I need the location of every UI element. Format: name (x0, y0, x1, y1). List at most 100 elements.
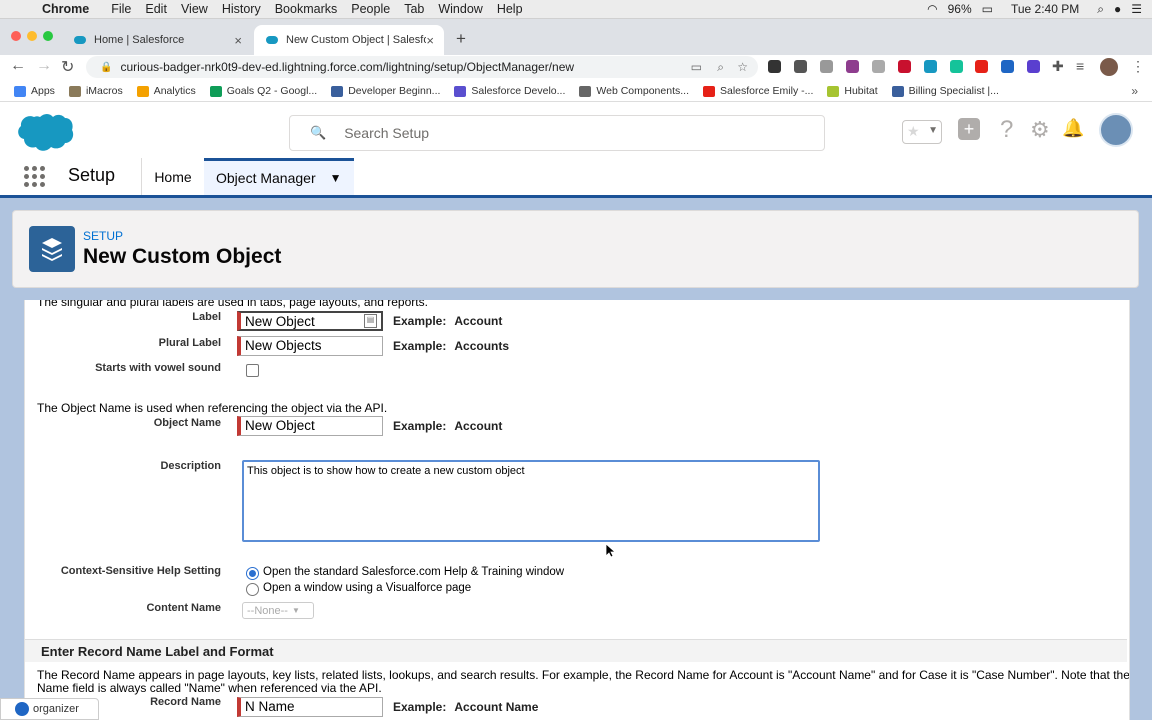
bookmark-icon (827, 85, 840, 97)
help-icon[interactable]: ? (1000, 116, 1013, 144)
extension-icon[interactable] (950, 60, 963, 73)
salesforce-logo-icon[interactable] (16, 112, 74, 152)
content-name-value: --None-- (247, 604, 288, 617)
extension-icon[interactable] (820, 60, 833, 73)
bookmark-star-icon[interactable]: ☆ (737, 60, 748, 74)
description-textarea[interactable]: This object is to show how to create a n… (242, 460, 820, 542)
example-value: Account (454, 419, 503, 433)
menu-file[interactable]: File (111, 2, 131, 16)
menu-history[interactable]: History (222, 2, 261, 16)
bookmark-item[interactable]: Salesforce Develo... (454, 85, 565, 97)
browser-tab-home[interactable]: Home | Salesforce × (62, 25, 252, 55)
bookmark-item[interactable]: iMacros (68, 85, 123, 97)
global-actions-plus-icon[interactable]: + (958, 118, 980, 140)
example-value: Account (454, 314, 503, 328)
minimize-window-button[interactable] (27, 31, 37, 41)
record-name-input[interactable]: N Name (237, 697, 383, 717)
extension-icon[interactable] (924, 60, 937, 73)
close-window-button[interactable] (11, 31, 21, 41)
extension-icon[interactable] (794, 60, 807, 73)
browser-toolbar: ← → ↻ 🔒 curious-badger-nrk0t9-dev-ed.lig… (0, 55, 1152, 81)
clock[interactable]: Tue 2:40 PM (1011, 2, 1079, 16)
help-standard-radio[interactable] (246, 567, 259, 580)
notifications-bell-icon[interactable]: 🔔 (1062, 118, 1084, 139)
cast-icon[interactable]: ▭ (691, 60, 702, 74)
url-text: curious-badger-nrk0t9-dev-ed.lightning.f… (120, 60, 575, 74)
label-field-label: Label (192, 311, 221, 323)
siri-icon[interactable]: ● (1114, 2, 1121, 16)
bookmark-item[interactable]: Apps (14, 85, 55, 97)
menu-window[interactable]: Window (438, 2, 482, 16)
bookmark-item[interactable]: Web Components... (579, 85, 689, 97)
user-avatar[interactable] (1099, 113, 1133, 147)
chrome-menu-icon[interactable]: ⋮ (1131, 58, 1145, 75)
object-name-input[interactable]: New Object (237, 416, 383, 436)
back-icon[interactable]: ← (10, 57, 26, 75)
new-tab-button[interactable]: + (456, 29, 466, 49)
bookmark-item[interactable]: Analytics (136, 85, 196, 97)
browser-tab-new-custom-object[interactable]: New Custom Object | Salesfo × (254, 25, 444, 55)
extension-icon[interactable] (768, 60, 781, 73)
close-tab-icon[interactable]: × (234, 33, 242, 48)
lock-icon[interactable]: 🔒 (100, 62, 112, 73)
chevron-down-icon[interactable]: ▼ (330, 171, 342, 185)
nav-tab-object-manager[interactable]: Object Manager ▼ (204, 158, 354, 195)
bookmark-icon (14, 85, 26, 97)
organizer-label: organizer (33, 703, 79, 715)
star-icon: ★ (907, 123, 920, 139)
bookmark-item[interactable]: Salesforce Emily -... (703, 85, 813, 97)
example-prefix: Example: (393, 339, 447, 353)
bookmark-item[interactable]: Hubitat (827, 85, 878, 97)
spotlight-icon[interactable]: ⌕ (1097, 2, 1104, 17)
menu-people[interactable]: People (351, 2, 390, 16)
vowel-sound-checkbox[interactable] (246, 364, 259, 377)
reload-icon[interactable]: ↻ (61, 57, 74, 77)
bookmark-item[interactable]: Developer Beginn... (331, 85, 440, 97)
search-setup-input[interactable]: 🔍 Search Setup (289, 115, 825, 151)
app-launcher-icon[interactable] (24, 166, 45, 187)
battery-percent[interactable]: 96% (948, 2, 972, 16)
plural-label-input[interactable]: New Objects (237, 336, 383, 356)
breadcrumb[interactable]: SETUP (83, 229, 123, 243)
favorites-button[interactable]: ★ ▼ (902, 120, 942, 144)
bookmarks-overflow-icon[interactable]: » (1131, 84, 1138, 98)
gear-icon[interactable]: ⚙ (1030, 117, 1050, 143)
zoom-icon[interactable]: ⌕ (717, 60, 724, 75)
nav-tab-home[interactable]: Home (141, 158, 204, 195)
extension-icon[interactable] (846, 60, 859, 73)
extension-icon[interactable] (975, 60, 988, 73)
close-tab-icon[interactable]: × (426, 33, 434, 48)
example-prefix: Example: (393, 419, 447, 433)
search-icon: 🔍 (310, 125, 327, 140)
forward-icon[interactable]: → (36, 57, 52, 75)
profile-avatar[interactable] (1100, 58, 1118, 76)
zoom-window-button[interactable] (43, 31, 53, 41)
address-bar[interactable]: 🔒 curious-badger-nrk0t9-dev-ed.lightning… (86, 56, 758, 78)
help-visualforce-radio[interactable] (246, 583, 259, 596)
help-visualforce-option-label[interactable]: Open a window using a Visualforce page (263, 582, 471, 594)
organizer-extension-tab[interactable]: organizer (0, 698, 99, 720)
extension-icon[interactable] (1027, 60, 1040, 73)
bookmark-item[interactable]: Goals Q2 - Googl... (209, 85, 317, 97)
extension-icon[interactable] (898, 60, 911, 73)
reading-list-icon[interactable]: ≡ (1076, 58, 1084, 74)
record-name-section-header: Enter Record Name Label and Format (25, 639, 1127, 662)
menu-tab[interactable]: Tab (404, 2, 424, 16)
menu-edit[interactable]: Edit (145, 2, 167, 16)
menu-bookmarks[interactable]: Bookmarks (275, 2, 338, 16)
menu-app-name[interactable]: Chrome (42, 2, 89, 16)
extension-icon[interactable] (1001, 60, 1014, 73)
menu-view[interactable]: View (181, 2, 208, 16)
battery-icon[interactable]: ▭ (982, 2, 993, 16)
menu-help[interactable]: Help (497, 2, 523, 16)
extensions-puzzle-icon[interactable]: ✚ (1052, 58, 1064, 75)
wifi-icon[interactable]: ◠ (927, 2, 937, 16)
help-standard-option-label[interactable]: Open the standard Salesforce.com Help & … (263, 566, 564, 578)
contact-card-icon[interactable]: ▤ (364, 314, 377, 328)
label-input[interactable]: New Object (237, 311, 383, 331)
bookmark-icon (454, 85, 467, 97)
extension-icon[interactable] (872, 60, 885, 73)
content-name-select[interactable]: --None-- ▼ (242, 602, 314, 619)
menu-extras-icon[interactable]: ☰ (1131, 2, 1142, 16)
bookmark-item[interactable]: Billing Specialist |... (891, 85, 999, 97)
